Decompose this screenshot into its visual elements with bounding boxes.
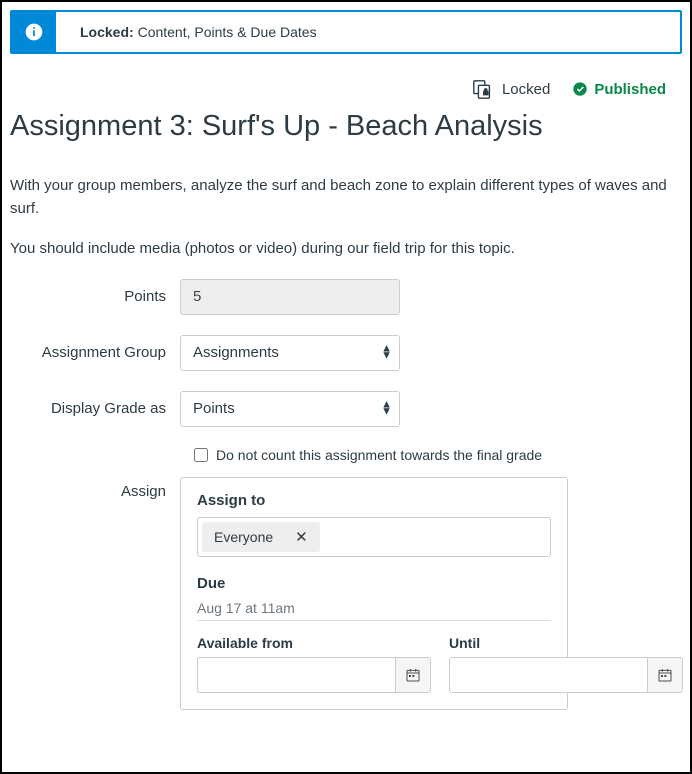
available-from-calendar-button[interactable] — [395, 657, 431, 693]
available-from-label: Available from — [197, 635, 431, 651]
assignee-chip: Everyone ✕ — [202, 522, 320, 552]
assign-panel: Assign to Everyone ✕ Due Aug 17 at 11am … — [180, 477, 568, 710]
blueprint-locked-status[interactable]: Locked — [472, 78, 550, 100]
locked-details: Content, Points & Due Dates — [134, 24, 317, 40]
page-title: Assignment 3: Surf's Up - Beach Analysis — [10, 110, 682, 143]
until-input[interactable] — [449, 657, 647, 693]
due-label: Due — [197, 575, 551, 592]
locked-status-label: Locked — [502, 81, 550, 98]
published-status-label: Published — [594, 81, 666, 98]
until-calendar-button[interactable] — [647, 657, 683, 693]
blueprint-lock-icon — [472, 78, 494, 100]
calendar-icon — [657, 667, 673, 683]
calendar-icon — [405, 667, 421, 683]
available-from-input[interactable] — [197, 657, 395, 693]
published-status[interactable]: Published — [572, 81, 666, 98]
display-grade-value: Points — [180, 391, 400, 427]
display-grade-select[interactable]: Points ▲▼ — [180, 391, 400, 427]
assign-label: Assign — [10, 477, 180, 500]
assignment-group-select[interactable]: Assignments ▲▼ — [180, 335, 400, 371]
assignee-chip-label: Everyone — [214, 529, 273, 545]
locked-prefix: Locked: — [80, 24, 134, 40]
assignment-group-value: Assignments — [180, 335, 400, 371]
display-grade-label: Display Grade as — [10, 400, 180, 417]
check-circle-icon — [572, 81, 588, 97]
description-paragraph-1: With your group members, analyze the sur… — [10, 175, 682, 220]
omit-from-final-label: Do not count this assignment towards the… — [216, 447, 542, 463]
locked-banner-text: Locked: Content, Points & Due Dates — [56, 24, 317, 40]
assignment-group-label: Assignment Group — [10, 344, 180, 361]
locked-banner: Locked: Content, Points & Due Dates — [10, 10, 682, 54]
info-icon — [12, 12, 56, 52]
assign-to-input[interactable]: Everyone ✕ — [197, 517, 551, 557]
until-label: Until — [449, 635, 683, 651]
due-value: Aug 17 at 11am — [197, 600, 551, 621]
description-paragraph-2: You should include media (photos or vide… — [10, 238, 682, 261]
points-input: 5 — [180, 279, 400, 315]
points-label: Points — [10, 288, 180, 305]
remove-chip-icon[interactable]: ✕ — [295, 528, 308, 546]
omit-from-final-checkbox[interactable] — [194, 448, 208, 462]
assign-to-label: Assign to — [197, 492, 551, 509]
